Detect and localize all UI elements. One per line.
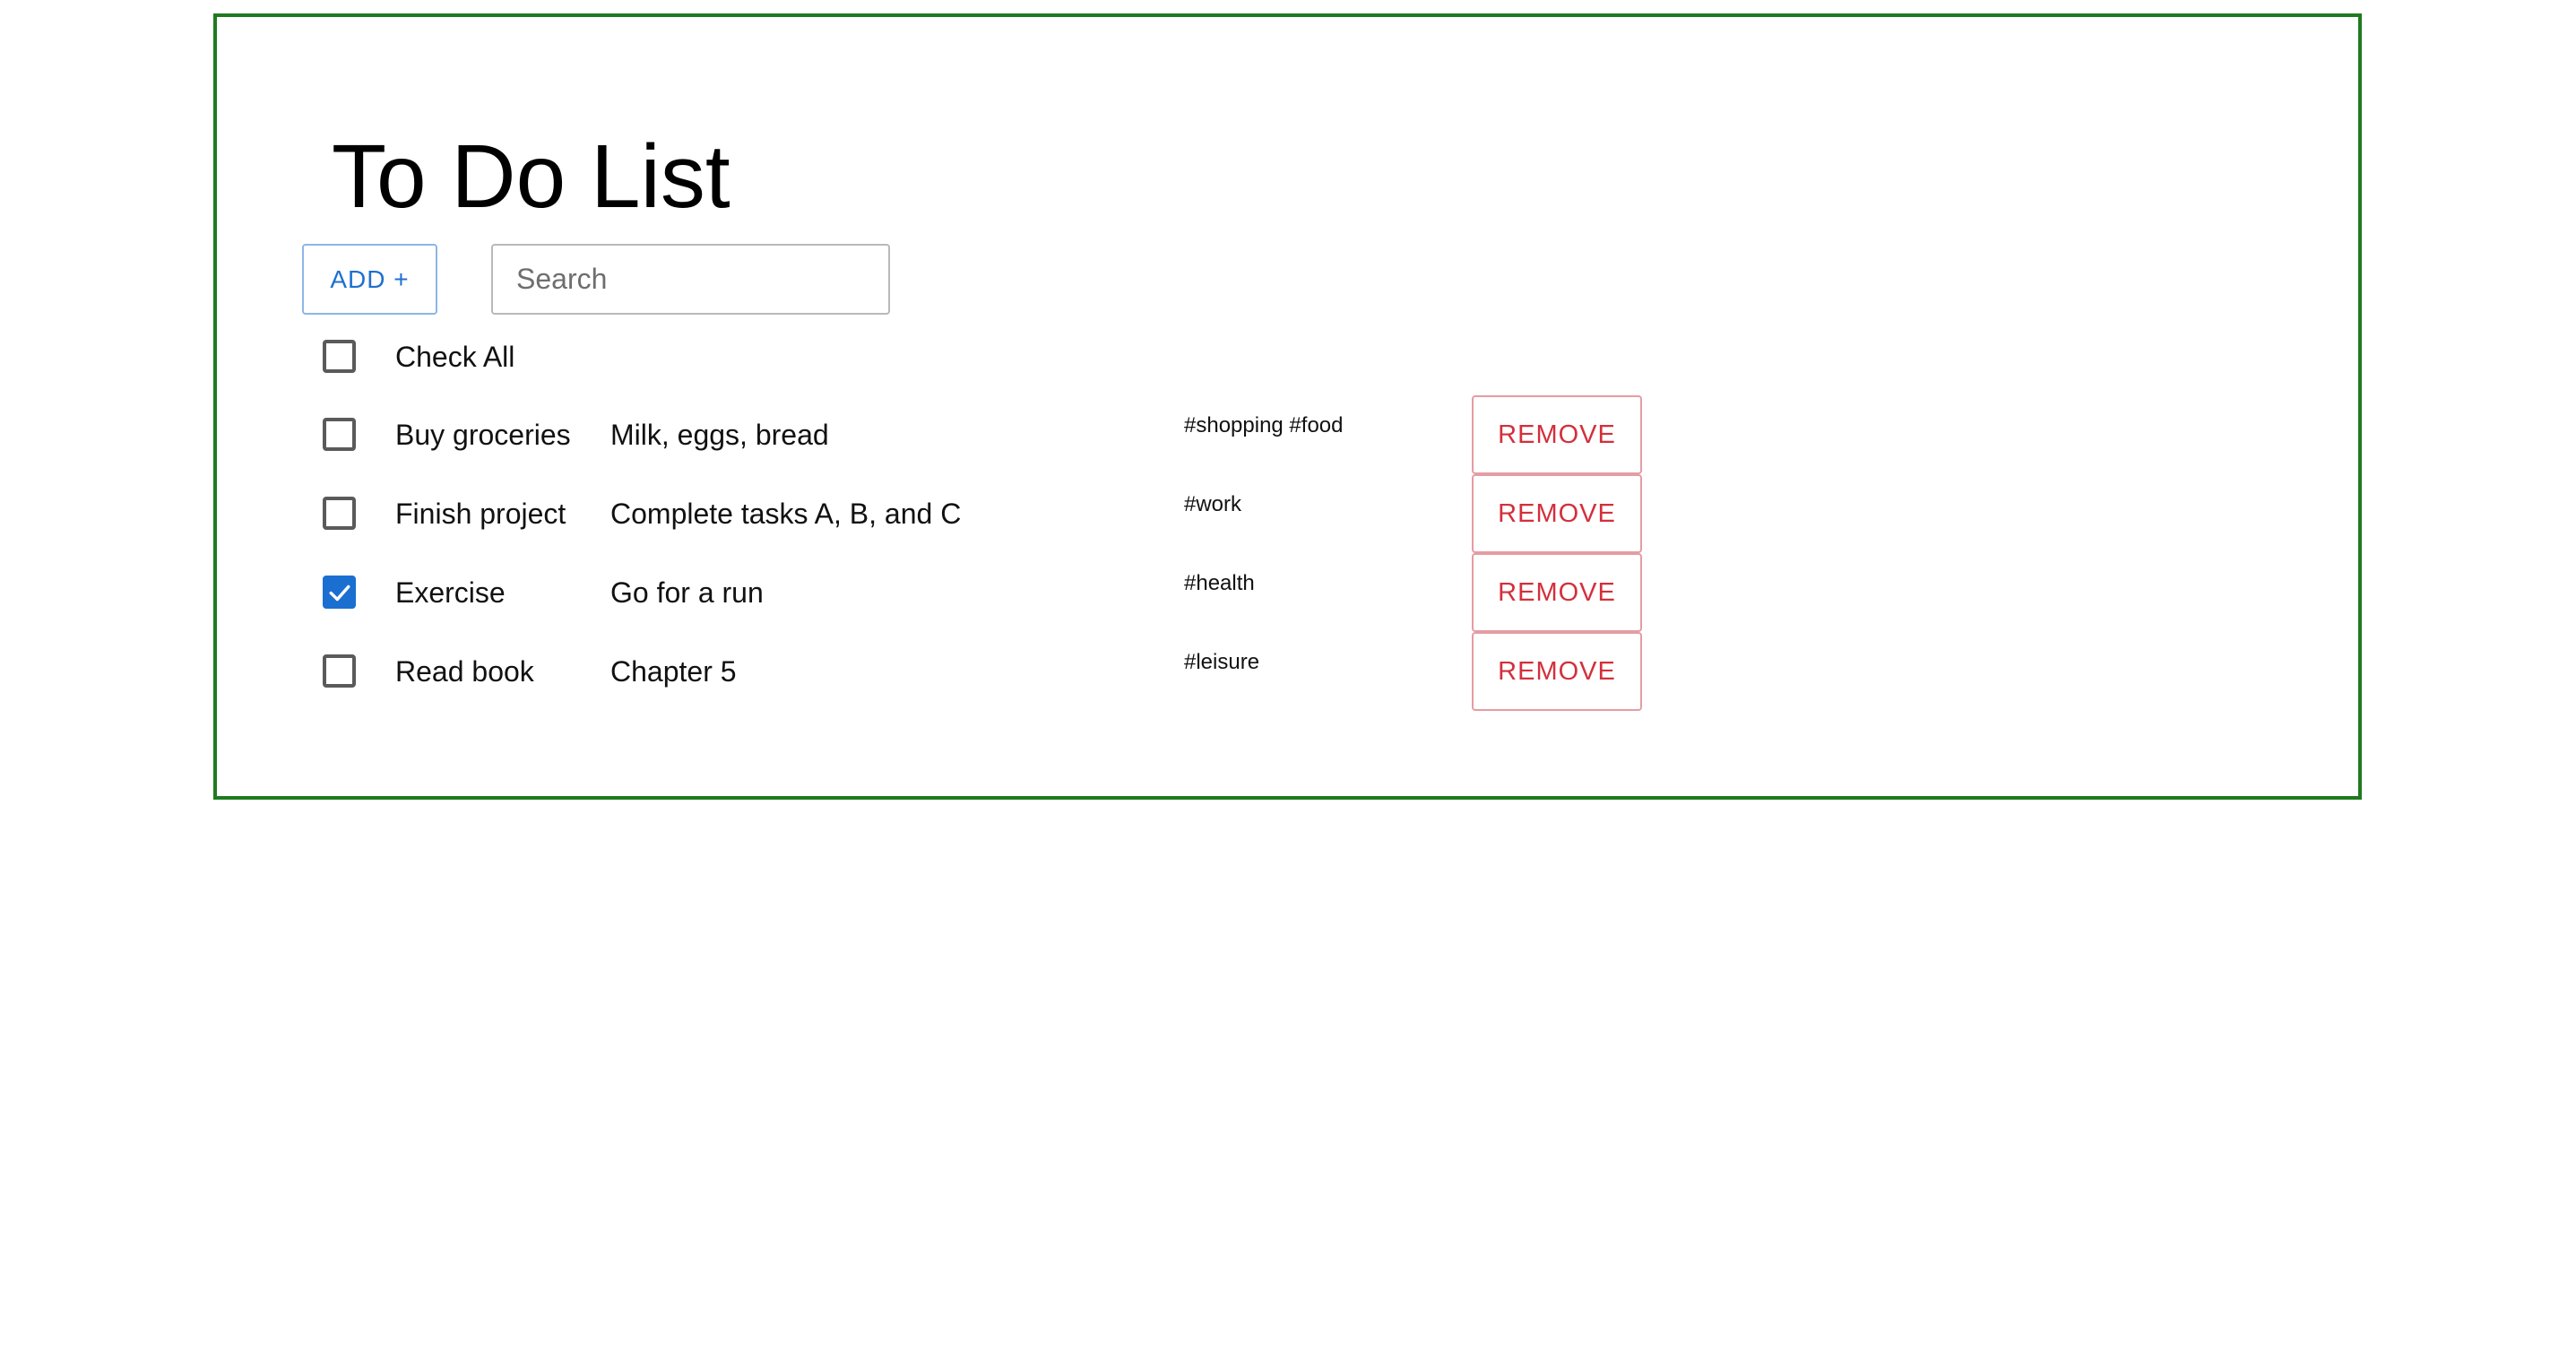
add-button[interactable]: ADD + bbox=[302, 244, 437, 315]
remove-button[interactable]: REMOVE bbox=[1472, 632, 1642, 711]
remove-button[interactable]: REMOVE bbox=[1472, 553, 1642, 632]
checkmark-icon bbox=[329, 584, 350, 602]
todo-description: Go for a run bbox=[610, 576, 764, 609]
page-title: To Do List bbox=[332, 126, 730, 227]
todo-tags: #shopping #food bbox=[1184, 413, 1344, 437]
check-all-row: Check All bbox=[0, 317, 2576, 396]
todo-title: Buy groceries bbox=[395, 419, 571, 451]
todo-title: Finish project bbox=[395, 498, 566, 530]
todo-title: Read book bbox=[395, 655, 534, 688]
remove-button[interactable]: REMOVE bbox=[1472, 395, 1642, 474]
check-all-label: Check All bbox=[395, 341, 515, 373]
todo-row: Exercise Go for a run #health REMOVE bbox=[0, 553, 2576, 632]
todo-row: Finish project Complete tasks A, B, and … bbox=[0, 474, 2576, 553]
todo-description: Complete tasks A, B, and C bbox=[610, 498, 962, 530]
check-all-checkbox[interactable] bbox=[323, 340, 356, 373]
remove-button[interactable]: REMOVE bbox=[1472, 474, 1642, 553]
search-input[interactable] bbox=[491, 244, 890, 315]
todo-description: Chapter 5 bbox=[610, 655, 737, 688]
todo-row: Read book Chapter 5 #leisure REMOVE bbox=[0, 632, 2576, 711]
todo-tags: #work bbox=[1184, 492, 1242, 516]
todo-checkbox[interactable] bbox=[323, 497, 356, 530]
todo-checkbox[interactable] bbox=[323, 418, 356, 451]
todo-row: Buy groceries Milk, eggs, bread #shoppin… bbox=[0, 395, 2576, 474]
todo-title: Exercise bbox=[395, 576, 506, 609]
todo-tags: #leisure bbox=[1184, 650, 1260, 674]
todo-checkbox[interactable] bbox=[323, 654, 356, 688]
todo-tags: #health bbox=[1184, 571, 1255, 595]
todo-checkbox[interactable] bbox=[323, 576, 356, 609]
todo-description: Milk, eggs, bread bbox=[610, 419, 829, 451]
